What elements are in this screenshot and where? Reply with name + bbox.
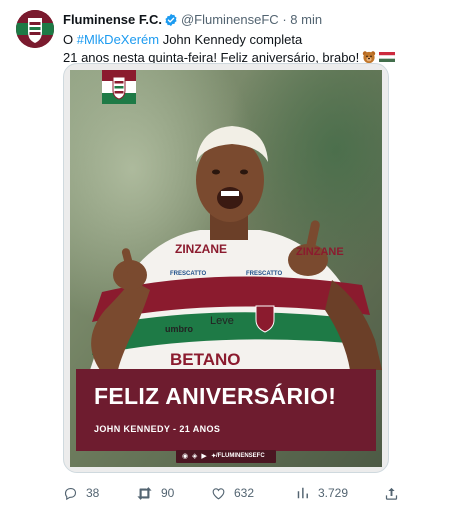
verified-badge-icon (164, 13, 178, 31)
tweet-header: Fluminense F.C. @FluminenseFC · 8 min (63, 12, 322, 31)
jersey-text-frescatto-left: FRESCATTO (170, 271, 206, 277)
jersey-text-leve: Leve (210, 315, 234, 327)
reply-count: 38 (86, 486, 100, 500)
retweet-button[interactable]: 90 (136, 484, 174, 502)
like-count: 632 (234, 486, 255, 500)
like-button[interactable]: 632 (211, 484, 254, 502)
bear-face-emoji-icon (362, 50, 376, 64)
separator-dot: · (282, 12, 287, 27)
tweet-text: O #MlkDeXerém John Kennedy completa 21 a… (63, 31, 463, 67)
hungary-flag-emoji-icon (379, 50, 396, 64)
fluminense-crest-icon (16, 10, 54, 48)
views-button[interactable]: 3.729 (296, 484, 348, 502)
hashtag-link[interactable]: #MlkDeXerém (77, 32, 159, 47)
jersey-text-betano: BETANO (170, 350, 241, 369)
views-chart-icon (297, 487, 308, 499)
jersey-text-zinzane-left: ZINZANE (175, 242, 227, 256)
text-line1-rest: John Kennedy completa (159, 32, 303, 47)
retweet-icon (137, 486, 152, 500)
jersey-text-frescatto-right: FRESCATTO (246, 271, 282, 277)
club-flag-icon (102, 70, 136, 104)
fluminense-avatar[interactable] (16, 10, 54, 48)
tweet-media-image[interactable]: ZINZANE ZINZANE FRESCATTO FRESCATTO umbr… (63, 63, 389, 473)
reply-button[interactable]: 38 (63, 484, 99, 502)
share-icon (385, 487, 398, 500)
social-handle-bar: ◉ ◈ ▶ ✦ /FLUMINENSEFC (176, 450, 276, 463)
text-prefix: O (63, 32, 77, 47)
social-icons: ◉ ◈ ▶ ✦ (182, 453, 218, 460)
tweet-timestamp[interactable]: 8 min (290, 12, 322, 27)
jersey-text-zinzane-right: ZINZANE (296, 246, 344, 258)
reply-icon (64, 487, 77, 500)
tweet-actions: 38 90 632 3.729 (63, 484, 408, 504)
heart-icon (212, 487, 225, 499)
tweet-card[interactable]: Fluminense F.C. @FluminenseFC · 8 min O #… (0, 0, 474, 508)
social-handle: /FLUMINENSEFC (216, 453, 265, 459)
author-handle[interactable]: @FluminenseFC (181, 12, 279, 27)
author-display-name[interactable]: Fluminense F.C. (63, 12, 162, 27)
birthday-banner: FELIZ ANIVERSÁRIO! JOHN KENNEDY - 21 ANO… (76, 369, 376, 451)
retweet-count: 90 (161, 486, 175, 500)
jersey-text-umbro: umbro (165, 324, 194, 334)
banner-subtitle: JOHN KENNEDY - 21 ANOS (94, 424, 221, 434)
share-button[interactable] (384, 484, 407, 502)
views-count: 3.729 (318, 486, 349, 500)
banner-title: FELIZ ANIVERSÁRIO! (94, 383, 337, 409)
